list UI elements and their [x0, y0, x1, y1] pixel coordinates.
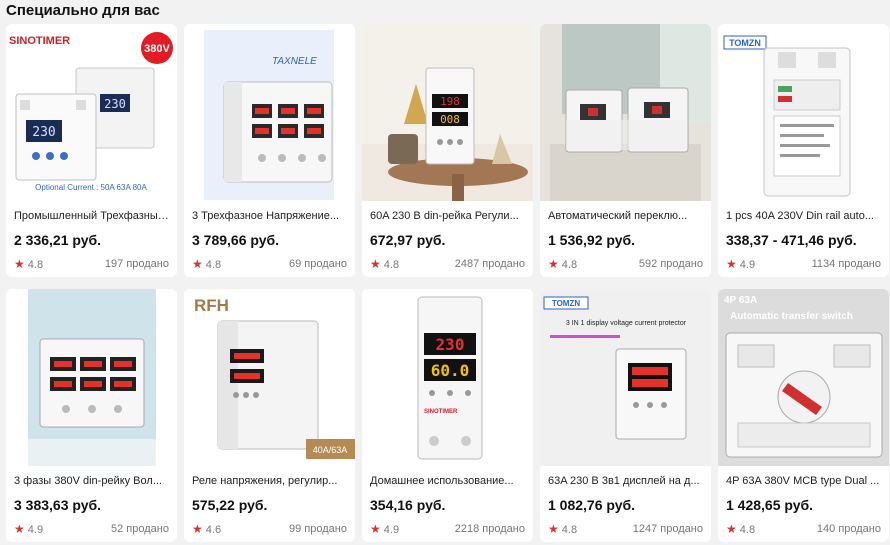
sold-count: 140 продано	[816, 523, 881, 535]
sold-count: 2487 продано	[454, 258, 525, 270]
product-meta: ★ 4.9 2218 продано	[370, 522, 525, 537]
product-title[interactable]: 3 Трехфазное Напряжение...	[192, 209, 347, 223]
star-icon: ★	[548, 257, 559, 271]
svg-text:230: 230	[436, 335, 465, 354]
svg-text:230: 230	[32, 125, 55, 140]
product-card[interactable]: 230 60.0 SINOTIMER Домашнее использовани…	[362, 289, 533, 542]
brand-label: SINOTIMER	[424, 409, 458, 415]
star-icon: ★	[370, 522, 381, 536]
product-rating: 4.9	[27, 524, 44, 536]
svg-text:008: 008	[440, 113, 460, 126]
brand-label: TAXNELE	[272, 56, 317, 67]
product-card[interactable]: TAXNELE 3 Трехфазное Напряжение... 3 789…	[184, 24, 355, 277]
star-icon: ★	[14, 257, 25, 271]
product-meta: ★ 4.8 140 продано	[726, 522, 881, 537]
product-rating: 4.9	[739, 259, 756, 271]
product-image[interactable]	[540, 24, 711, 201]
sold-count: 99 продано	[289, 523, 347, 535]
image-caption: Optional Current : 50A 63A 80A	[35, 183, 147, 192]
image-caption: 3 IN 1 display voltage current protector	[566, 320, 687, 327]
product-meta: ★ 4.8 2487 продано	[370, 257, 525, 272]
product-image[interactable]: SINOTIMER 380V 230 230 Optional Current …	[6, 24, 177, 201]
product-title[interactable]: Домашнее использование...	[370, 474, 525, 488]
product-card[interactable]: RFH 40A/63A Реле напряжения, регулир... …	[184, 289, 355, 542]
brand-label: TOMZN	[729, 38, 761, 48]
star-icon: ★	[192, 257, 203, 271]
sold-count: 1247 продано	[632, 523, 703, 535]
star-icon: ★	[370, 257, 381, 271]
brand-label: RFH	[194, 296, 229, 315]
product-rating: 4.8	[739, 524, 756, 536]
product-price: 672,97 руб.	[370, 232, 446, 248]
product-meta: ★ 4.8 69 продано	[192, 257, 347, 272]
product-price: 1 536,92 руб.	[548, 232, 636, 248]
product-rating: 4.8	[561, 524, 578, 536]
product-image[interactable]: TOMZN	[718, 24, 889, 201]
section-title: Специально для вас	[6, 2, 160, 19]
amperage-badge: 40A/63A	[313, 445, 348, 455]
product-meta: ★ 4.6 99 продано	[192, 522, 347, 537]
product-card[interactable]: Автоматический переклю... 1 536,92 руб. …	[540, 24, 711, 277]
product-price: 338,37 - 471,46 руб.	[726, 232, 857, 248]
sold-count: 2218 продано	[454, 523, 525, 535]
product-price: 3 789,66 руб.	[192, 232, 280, 248]
product-rating: 4.8	[561, 259, 578, 271]
brand-label: 4P 63A	[724, 295, 757, 306]
svg-text:198: 198	[440, 95, 460, 108]
product-image[interactable]: RFH 40A/63A	[184, 289, 355, 466]
product-rating: 4.9	[383, 524, 400, 536]
product-rating: 4.8	[383, 259, 400, 271]
brand-label: TOMZN	[552, 299, 581, 308]
product-price: 3 383,63 руб.	[14, 497, 102, 513]
product-image[interactable]: TAXNELE	[184, 24, 355, 201]
sold-count: 592 продано	[638, 258, 703, 270]
product-rating: 4.6	[205, 524, 222, 536]
product-title[interactable]: 63A 230 В 3в1 дисплей на д...	[548, 474, 703, 488]
brand-label: SINOTIMER	[9, 35, 70, 47]
product-image[interactable]: 198 008	[362, 24, 533, 201]
sold-count: 1134 продано	[811, 258, 881, 270]
product-image[interactable]: 230 60.0 SINOTIMER	[362, 289, 533, 466]
product-title[interactable]: Реле напряжения, регулир...	[192, 474, 347, 488]
star-icon: ★	[726, 257, 737, 271]
star-icon: ★	[192, 522, 203, 536]
product-title[interactable]: Автоматический переклю...	[548, 209, 703, 223]
star-icon: ★	[726, 522, 737, 536]
product-card[interactable]: SINOTIMER 380V 230 230 Optional Current …	[6, 24, 177, 277]
sold-count: 197 продано	[104, 258, 169, 270]
product-card[interactable]: 3 фазы 380V din-рейку Вол... 3 383,63 ру…	[6, 289, 177, 542]
product-rating: 4.8	[27, 259, 44, 271]
star-icon: ★	[548, 522, 559, 536]
product-meta: ★ 4.8 1247 продано	[548, 522, 703, 537]
product-price: 2 336,21 руб.	[14, 232, 102, 248]
product-card[interactable]: TOMZN 3 IN 1 display voltage current pro…	[540, 289, 711, 542]
voltage-badge: 380V	[144, 43, 170, 55]
product-meta: ★ 4.8 197 продано	[14, 257, 169, 272]
product-price: 1 428,65 руб.	[726, 497, 814, 513]
product-title[interactable]: 1 pcs 40A 230V Din rail auto...	[726, 209, 881, 223]
svg-text:60.0: 60.0	[431, 361, 470, 380]
product-card[interactable]: 198 008 60A 230 В din-рейка Регули... 67…	[362, 24, 533, 277]
product-price: 354,16 руб.	[370, 497, 446, 513]
product-card[interactable]: 4P 63A Automatic transfer switch 4P 63A …	[718, 289, 889, 542]
product-title[interactable]: Промышленный Трехфазный...	[14, 209, 169, 223]
product-title[interactable]: 3 фазы 380V din-рейку Вол...	[14, 474, 169, 488]
product-price: 1 082,76 руб.	[548, 497, 636, 513]
sold-count: 69 продано	[289, 258, 347, 270]
product-rating: 4.8	[205, 259, 222, 271]
product-image[interactable]	[6, 289, 177, 466]
product-image[interactable]: 4P 63A Automatic transfer switch	[718, 289, 889, 466]
product-title[interactable]: 4P 63A 380V MCB type Dual ...	[726, 474, 881, 488]
star-icon: ★	[14, 522, 25, 536]
sold-count: 52 продано	[111, 523, 169, 535]
product-meta: ★ 4.9 1134 продано	[726, 257, 881, 272]
product-card[interactable]: TOMZN 1 pcs 40A 230V Din rail auto... 33…	[718, 24, 889, 277]
product-image[interactable]: TOMZN 3 IN 1 display voltage current pro…	[540, 289, 711, 466]
product-meta: ★ 4.9 52 продано	[14, 522, 169, 537]
image-caption: Automatic transfer switch	[730, 311, 853, 322]
product-title[interactable]: 60A 230 В din-рейка Регули...	[370, 209, 525, 223]
svg-text:230: 230	[104, 97, 126, 111]
product-price: 575,22 руб.	[192, 497, 268, 513]
product-meta: ★ 4.8 592 продано	[548, 257, 703, 272]
